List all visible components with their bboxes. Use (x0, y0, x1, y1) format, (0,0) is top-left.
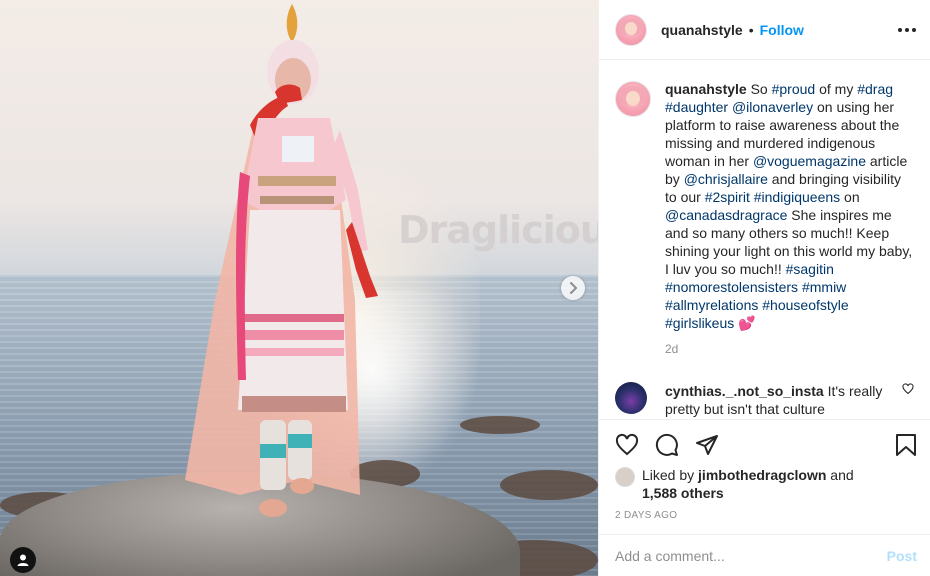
heart-icon (902, 383, 914, 395)
save-button[interactable] (895, 433, 917, 457)
liked-by-and: and (830, 467, 854, 483)
caption-row: quanahstyle So #proud of my #drag #daugh… (615, 80, 914, 332)
mention-link[interactable]: @chrisjallaire (684, 171, 768, 187)
hashtag-link[interactable]: #daughter (665, 99, 728, 115)
hashtag-link[interactable]: #proud (772, 81, 816, 97)
action-bar (599, 420, 930, 470)
add-comment-bar: Post (599, 534, 930, 576)
comment-bubble-icon (655, 433, 678, 456)
avatar[interactable] (615, 81, 651, 117)
post-comment-button[interactable]: Post (887, 548, 917, 564)
chevron-right-icon (570, 282, 578, 294)
avatar[interactable] (615, 467, 635, 487)
follow-button[interactable]: Follow (760, 22, 804, 38)
comment-text: cynthias._.not_so_insta It's really pret… (665, 382, 895, 418)
hashtag-link[interactable]: #mmiw (802, 279, 846, 295)
avatar[interactable] (615, 382, 647, 414)
like-comment-button[interactable] (902, 382, 914, 400)
figure-in-regalia (185, 4, 378, 517)
mention-link[interactable]: @ilonaverley (732, 99, 813, 115)
caption-segment: on (840, 189, 860, 205)
comment-username[interactable]: cynthias._.not_so_insta (665, 383, 824, 399)
comments-area: quanahstyle So #proud of my #drag #daugh… (599, 60, 930, 419)
header-username[interactable]: quanahstyle (661, 22, 743, 38)
rock (460, 416, 540, 434)
paper-plane-icon (696, 435, 718, 455)
caption-segment: So (750, 81, 772, 97)
hashtag-link[interactable]: #drag (857, 81, 893, 97)
rock (500, 470, 598, 500)
hashtag-link[interactable]: #nomorestolensisters (665, 279, 798, 295)
liked-by-label: Liked by (642, 467, 695, 483)
post-photo[interactable]: Draglicious (0, 0, 598, 576)
add-comment-input[interactable] (615, 547, 887, 564)
more-options-button[interactable] (898, 27, 916, 32)
avatar[interactable] (615, 13, 647, 46)
next-photo-button[interactable] (561, 276, 585, 300)
share-button[interactable] (695, 433, 719, 457)
post-date[interactable]: 2 DAYS AGO (599, 510, 930, 521)
watermark-text: Draglicious (398, 208, 598, 252)
user-tag-icon (17, 554, 29, 566)
hashtag-link[interactable]: #allmyrelations (665, 297, 758, 313)
caption-segment: of my (815, 81, 858, 97)
comment-row: cynthias._.not_so_insta It's really pret… (615, 382, 914, 418)
likes-summary: Liked by jimbothedragclown and 1,588 oth… (599, 466, 930, 502)
hashtag-link[interactable]: #indigiqueens (754, 189, 840, 205)
post-actions-area: Liked by jimbothedragclown and 1,588 oth… (599, 419, 930, 521)
hashtag-link[interactable]: #girlslikeus (665, 315, 734, 331)
mention-link[interactable]: @canadasdragrace (665, 207, 787, 223)
likes-text: Liked by jimbothedragclown and 1,588 oth… (642, 466, 854, 502)
caption-timestamp[interactable]: 2d (665, 342, 914, 356)
separator-dot: • (748, 21, 754, 38)
bookmark-icon (896, 434, 916, 456)
more-horizontal-icon (898, 27, 902, 32)
caption-username[interactable]: quanahstyle (665, 81, 747, 97)
heart-icon (615, 433, 639, 456)
likes-count[interactable]: 1,588 others (642, 485, 724, 501)
mention-link[interactable]: @voguemagazine (753, 153, 866, 169)
post-header: quanahstyle • Follow (599, 0, 930, 60)
caption-segment: 💕 (734, 315, 756, 331)
caption-text: quanahstyle So #proud of my #drag #daugh… (665, 80, 914, 332)
liked-by-user[interactable]: jimbothedragclown (698, 467, 826, 483)
hashtag-link[interactable]: #houseofstyle (762, 297, 848, 313)
hashtag-link[interactable]: #sagitin (786, 261, 834, 277)
tagged-users-button[interactable] (10, 547, 36, 573)
comment-button[interactable] (655, 433, 679, 457)
hashtag-link[interactable]: #2spirit (705, 189, 750, 205)
like-button[interactable] (615, 433, 639, 457)
post-side-panel: quanahstyle • Follow quanahstyle So #pro… (598, 0, 930, 576)
